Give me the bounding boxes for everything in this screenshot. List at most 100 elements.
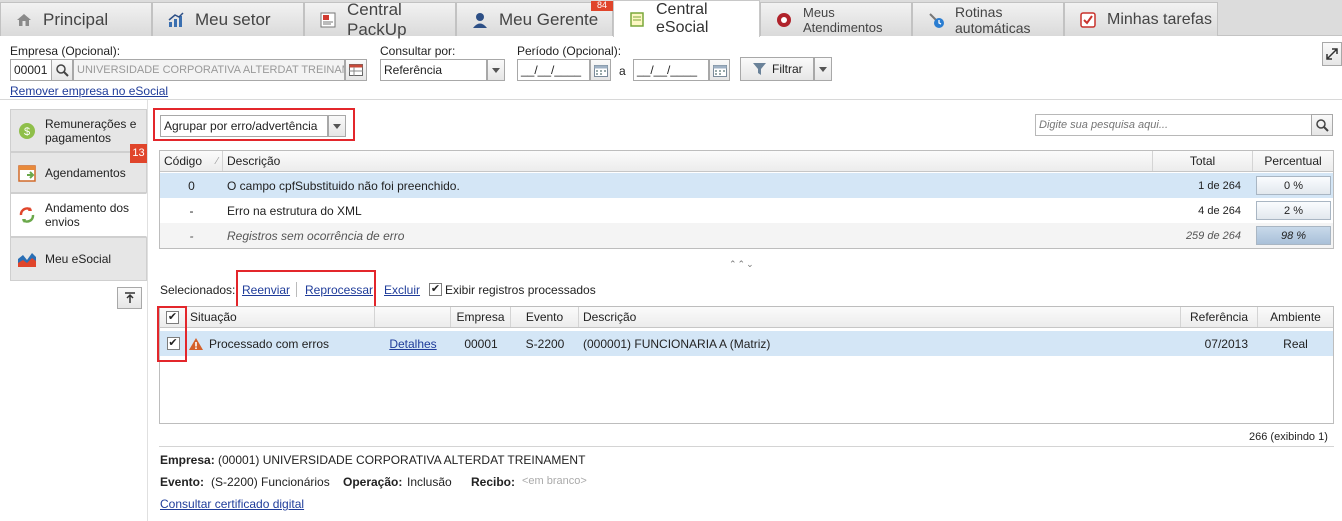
sidebar-item-label: Agendamentos [45, 165, 126, 180]
search-button[interactable] [1311, 114, 1333, 136]
detail-evento-label: Evento: [160, 475, 205, 489]
sidebar-item-label: Andamento dos envios [45, 201, 130, 229]
group-by-select[interactable]: Agrupar por erro/advertência [160, 115, 328, 137]
sidebar-item-meu-esocial[interactable]: Meu eSocial [10, 237, 147, 281]
column-header-ambiente[interactable]: Ambiente [1258, 307, 1333, 327]
table-header: Código ⁄ Descrição Total Percentual [160, 151, 1333, 172]
column-header-codigo[interactable]: Código ⁄ [160, 151, 223, 171]
remove-empresa-link[interactable]: Remover empresa no eSocial [10, 84, 168, 98]
tab-minhas-tarefas[interactable]: Minhas tarefas [1064, 2, 1218, 36]
tab-meu-setor[interactable]: Meu setor [152, 2, 304, 36]
table-row[interactable]: - Erro na estrutura do XML 4 de 264 2 % [160, 198, 1333, 223]
reenviar-link[interactable]: Reenviar [242, 283, 290, 297]
percent-bar: 98 % [1256, 226, 1331, 245]
consultar-select[interactable]: Referência [380, 59, 487, 81]
percent-bar: 0 % [1256, 176, 1331, 195]
reprocessar-link[interactable]: Reprocessar [305, 283, 373, 297]
expand-button[interactable] [1322, 42, 1342, 66]
divider [296, 282, 297, 297]
filter-icon [753, 63, 766, 75]
splitter-toggle[interactable]: ⌃⌃⌄ [729, 259, 755, 270]
column-header-situacao[interactable]: Situação [186, 307, 375, 327]
column-header-total[interactable]: Total [1153, 151, 1253, 171]
table-row[interactable]: - Registros sem ocorrência de erro 259 d… [160, 223, 1333, 248]
consultar-certificado-link[interactable]: Consultar certificado digital [160, 497, 304, 511]
filtrar-dropdown-button[interactable] [814, 57, 832, 81]
arrow-up-icon [124, 292, 135, 303]
cell-descricao: (000001) FUNCIONARIA A (Matriz) [583, 336, 771, 351]
filtrar-label: Filtrar [772, 62, 803, 76]
sidebar-collapse-button[interactable] [117, 287, 142, 309]
selecionados-label: Selecionados: [160, 283, 236, 297]
empresa-list-button[interactable] [345, 59, 367, 81]
detail-recibo-value: <em branco> [522, 475, 587, 487]
column-header-descricao[interactable]: Descrição [579, 307, 1181, 327]
detail-operacao-label: Operação: [343, 475, 403, 489]
column-header-select-all: ✔ [160, 307, 186, 327]
detalhes-link[interactable]: Detalhes [375, 331, 451, 356]
exibir-processados-label: Exibir registros processados [445, 283, 596, 297]
user-icon [473, 12, 487, 28]
tab-label: Meus Atendimentos [803, 4, 883, 35]
empresa-code-field[interactable]: 00001 [10, 59, 52, 81]
divider [159, 446, 1334, 447]
support-icon [777, 12, 791, 27]
search-icon [56, 64, 69, 77]
tab-central-packup[interactable]: Central PackUp [304, 0, 456, 39]
row-checkbox[interactable]: ✔ [166, 337, 180, 350]
periodo-from-field[interactable]: __/__/____ [517, 59, 590, 81]
cell-evento: S-2200 [525, 336, 565, 351]
cell-descricao: Erro na estrutura do XML [227, 203, 362, 218]
column-header-empresa[interactable]: Empresa [451, 307, 511, 327]
consultar-dropdown-button[interactable] [487, 59, 505, 81]
tab-label: Rotinas automáticas [955, 3, 1031, 36]
sidebar-item-label: Meu eSocial [45, 252, 112, 266]
events-table: ✔ Situação Empresa Evento Descrição Refe… [159, 306, 1334, 424]
errors-table: Código ⁄ Descrição Total Percentual 0 O c… [159, 150, 1334, 249]
tab-rotinas-automaticas[interactable]: Rotinas automáticas [912, 2, 1064, 36]
tab-principal[interactable]: Principal [0, 2, 152, 36]
tab-label: Minhas tarefas [1107, 10, 1212, 28]
tab-central-esocial[interactable]: Central eSocial [613, 0, 760, 37]
warning-icon [189, 337, 203, 350]
chart-icon [168, 11, 184, 27]
periodo-to-field[interactable]: __/__/____ [633, 59, 709, 81]
home-icon [17, 13, 31, 26]
tab-meus-atendimentos[interactable]: Meus Atendimentos [760, 2, 912, 36]
percent-bar: 2 % [1256, 201, 1331, 220]
column-header-referencia[interactable]: Referência [1181, 307, 1258, 327]
filtrar-button[interactable]: Filtrar [740, 57, 814, 81]
sidebar-item-remuneracoes[interactable]: $ Remunerações e pagamentos [10, 109, 147, 152]
table-icon [349, 64, 363, 76]
sidebar-item-label: Remunerações e pagamentos [45, 116, 137, 145]
column-header-percentual[interactable]: Percentual [1253, 151, 1333, 171]
exibir-processados-checkbox[interactable]: ✔ [429, 283, 442, 296]
empresa-search-button[interactable] [51, 59, 73, 81]
group-by-dropdown-button[interactable] [328, 115, 346, 137]
empresa-name-field: UNIVERSIDADE CORPORATIVA ALTERDAT TREINA… [73, 59, 345, 81]
tab-badge: 84 [591, 1, 613, 11]
cell-total: 4 de 264 [1198, 204, 1241, 217]
divider [0, 99, 1342, 100]
sidebar-item-agendamentos[interactable]: Agendamentos [10, 152, 147, 193]
cell-ambiente: Real [1283, 336, 1308, 351]
calendar-icon [18, 164, 36, 182]
periodo-from-calendar-button[interactable] [590, 59, 611, 81]
periodo-to-calendar-button[interactable] [709, 59, 730, 81]
tab-meu-gerente[interactable]: Meu Gerente 84 [456, 1, 613, 36]
table-row[interactable]: ✔ Processado com erros Detalhes 00001 S-… [160, 331, 1333, 356]
sidebar-item-andamento-envios[interactable]: Andamento dos envios [10, 193, 147, 237]
detail-empresa-label: Empresa: [160, 453, 215, 467]
excluir-link[interactable]: Excluir [384, 283, 420, 297]
detail-recibo-label: Recibo: [471, 475, 516, 489]
checklist-icon [1080, 11, 1096, 28]
periodo-label: Período (Opcional): [517, 44, 622, 58]
detail-empresa-value: (00001) UNIVERSIDADE CORPORATIVA ALTERDA… [218, 453, 586, 467]
select-all-checkbox[interactable]: ✔ [166, 310, 179, 324]
column-header-descricao[interactable]: Descrição [223, 151, 1153, 171]
table-row[interactable]: 0 O campo cpfSubstituido não foi preench… [160, 173, 1333, 198]
search-input[interactable] [1035, 114, 1312, 136]
column-header-evento[interactable]: Evento [511, 307, 579, 327]
table-header: ✔ Situação Empresa Evento Descrição Refe… [160, 307, 1333, 328]
tab-label: Principal [43, 9, 109, 29]
